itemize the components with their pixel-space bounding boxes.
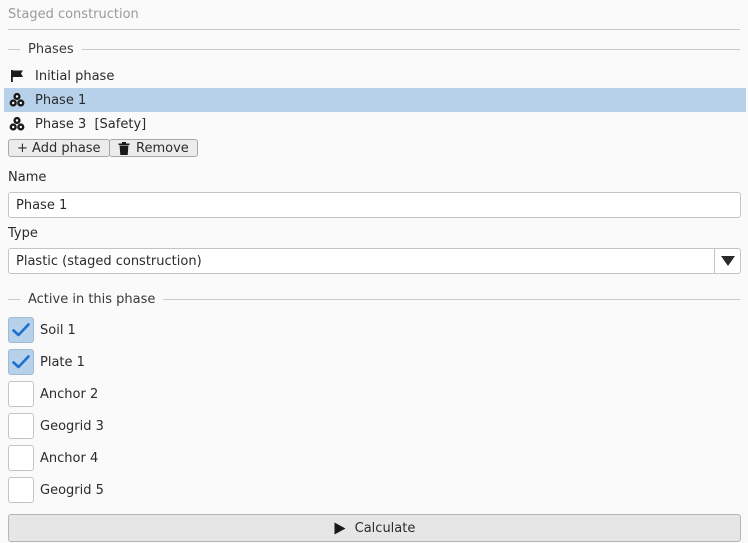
active-item-anchor-4[interactable]: Anchor 4 <box>8 445 98 471</box>
panel-title: Staged construction <box>8 7 139 22</box>
group-line-right <box>163 298 740 300</box>
soil-cluster-icon <box>8 91 26 109</box>
checkbox-label: Plate 1 <box>40 354 85 370</box>
checkbox-checked[interactable] <box>8 349 34 375</box>
checkbox-label: Soil 1 <box>40 322 76 338</box>
phase-item-label: Phase 1 <box>35 92 87 108</box>
name-field-label: Name <box>8 170 47 185</box>
active-item-geogrid-5[interactable]: Geogrid 5 <box>8 477 104 503</box>
checkbox-unchecked[interactable] <box>8 413 34 439</box>
phase-item-label: Initial phase <box>35 68 115 84</box>
triangle-down-icon[interactable] <box>714 249 740 273</box>
play-icon <box>334 522 346 535</box>
type-select[interactable]: Plastic (staged construction) <box>8 248 741 274</box>
calculate-button-label: Calculate <box>354 520 416 536</box>
group-line-left <box>8 48 20 50</box>
checkbox-label: Geogrid 5 <box>40 482 104 498</box>
type-select-value: Plastic (staged construction) <box>16 253 202 269</box>
group-line-left <box>8 298 20 300</box>
phase-item-initial-phase[interactable]: Initial phase <box>4 64 746 88</box>
add-phase-button[interactable]: + Add phase <box>8 139 110 157</box>
active-item-plate-1[interactable]: Plate 1 <box>8 349 85 375</box>
phases-group-label: Phases <box>28 41 74 57</box>
title-divider <box>8 29 740 30</box>
remove-phase-button[interactable]: Remove <box>109 139 198 157</box>
active-group-label: Active in this phase <box>28 291 156 307</box>
type-field-label: Type <box>8 226 38 241</box>
soil-cluster-icon <box>8 115 26 133</box>
group-line-right <box>81 48 740 50</box>
remove-button-label: Remove <box>136 140 189 156</box>
phase-item-label: Phase 3 [Safety] <box>35 116 147 132</box>
phase-item-phase-3[interactable]: Phase 3 [Safety] <box>4 112 746 136</box>
checkbox-unchecked[interactable] <box>8 381 34 407</box>
checkbox-label: Anchor 4 <box>40 450 99 466</box>
active-item-geogrid-3[interactable]: Geogrid 3 <box>8 413 104 439</box>
active-item-anchor-2[interactable]: Anchor 2 <box>8 381 98 407</box>
active-item-soil-1[interactable]: Soil 1 <box>8 317 76 343</box>
name-input-value: Phase 1 <box>16 197 68 213</box>
checkbox-unchecked[interactable] <box>8 477 34 503</box>
calculate-button[interactable]: Calculate <box>8 514 741 542</box>
name-input[interactable]: Phase 1 <box>8 192 741 218</box>
checkbox-unchecked[interactable] <box>8 445 34 471</box>
phases-group-header: Phases <box>8 40 740 58</box>
phase-item-phase-1[interactable]: Phase 1 <box>4 88 746 112</box>
checkbox-checked[interactable] <box>8 317 34 343</box>
trash-icon <box>118 141 130 155</box>
checkbox-label: Geogrid 3 <box>40 418 104 434</box>
checkbox-label: Anchor 2 <box>40 386 99 402</box>
checkmark-icon <box>12 355 30 369</box>
checkmark-icon <box>12 323 30 337</box>
flag-icon <box>8 67 26 85</box>
active-group-header: Active in this phase <box>8 290 740 308</box>
